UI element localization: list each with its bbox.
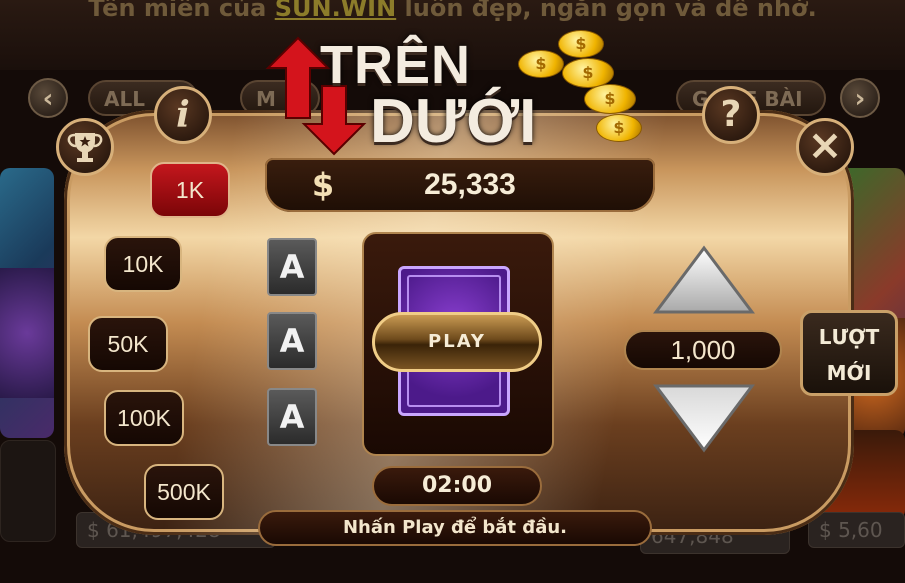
info-icon: i	[176, 94, 190, 136]
game-art	[0, 268, 54, 398]
countdown-timer: 02:00	[372, 466, 542, 506]
player-balance: 25,333	[424, 168, 516, 201]
lobby-next-arrow[interactable]: ›	[840, 78, 880, 118]
bet-amount: 1,000	[624, 330, 782, 370]
chip-50k[interactable]: 50K	[88, 316, 168, 372]
tagline-suffix: luôn đẹp, ngắn gọn và dễ nhớ.	[404, 0, 817, 22]
play-button[interactable]: PLAY	[372, 312, 542, 372]
info-button[interactable]: i	[154, 86, 212, 144]
close-button[interactable]: ×	[796, 118, 854, 176]
tab-label: ALL	[104, 87, 145, 111]
new-round-label-1: LƯỢT	[818, 325, 880, 349]
game-logo: TRÊN DƯỚI $ $ $ $ $	[262, 28, 642, 158]
chevron-left-icon: ‹	[42, 84, 54, 114]
arrow-up-icon	[653, 245, 755, 314]
coin-icon: $	[596, 114, 642, 142]
higher-button[interactable]	[652, 244, 756, 318]
arrow-down-icon	[653, 384, 755, 453]
lobby-prev-arrow[interactable]: ‹	[28, 78, 68, 118]
chip-100k[interactable]: 100K	[104, 390, 184, 446]
coin-icon: $	[518, 50, 564, 78]
leaderboard-button[interactable]	[56, 118, 114, 176]
card-history-ace: A	[267, 238, 317, 296]
help-icon: ?	[720, 94, 742, 135]
chip-1k[interactable]: 1K	[150, 162, 230, 218]
status-message: Nhấn Play để bắt đầu.	[258, 510, 652, 546]
chip-10k[interactable]: 10K	[104, 236, 182, 292]
chip-500k[interactable]: 500K	[144, 464, 224, 520]
coin-icon: $	[558, 30, 604, 58]
close-icon: ×	[807, 120, 843, 169]
card-history-ace: A	[267, 312, 317, 370]
lobby-jackpot-right: $ 5,60	[808, 512, 905, 548]
chevron-right-icon: ›	[854, 84, 866, 114]
new-round-button[interactable]: LƯỢT MỚI	[800, 310, 898, 396]
card-history-ace: A	[267, 388, 317, 446]
trophy-icon	[67, 133, 103, 162]
lobby-tagline: Tên miền của SUN.WIN luôn đẹp, ngắn gọn …	[0, 0, 905, 22]
lobby-game-card-left[interactable]	[0, 168, 54, 438]
coin-icon: $	[584, 84, 636, 114]
tagline-brand-link[interactable]: SUN.WIN	[275, 0, 396, 22]
new-round-label-2: MỚI	[826, 361, 872, 385]
lobby-game-card-left-bottom[interactable]	[0, 440, 56, 542]
dollar-icon: $	[311, 166, 335, 204]
logo-duoi-text: DƯỚI	[370, 87, 537, 156]
tagline-prefix: Tên miền của	[88, 0, 267, 22]
help-button[interactable]: ?	[702, 86, 760, 144]
lower-button[interactable]	[652, 380, 756, 454]
